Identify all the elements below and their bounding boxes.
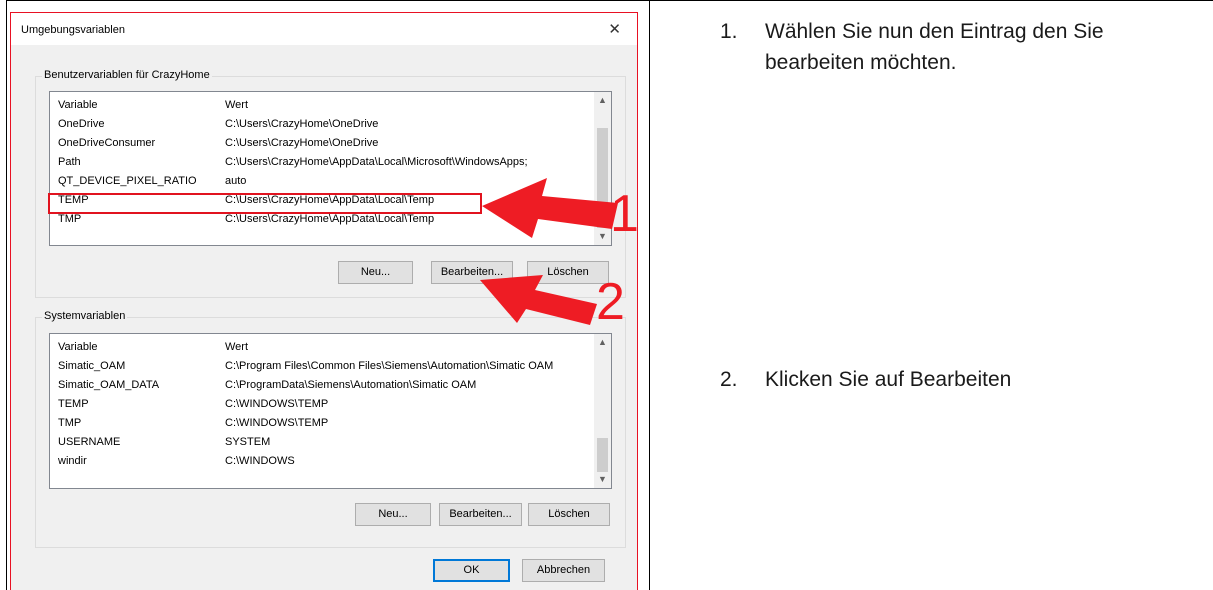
user-variables-list[interactable]: Variable Wert OneDrive C:\Users\CrazyHom… [49,91,612,246]
variable-name: Simatic_OAM [58,360,126,372]
instruction-2: 2. Klicken Sie auf Bearbeiten [720,364,1200,399]
close-icon[interactable]: ✕ [608,20,621,38]
variable-value: C:\Users\CrazyHome\AppData\Local\Microso… [225,156,528,168]
scroll-thumb[interactable] [597,128,608,228]
column-header-variable: Variable [58,341,98,353]
variable-name: OneDrive [58,118,105,130]
variable-value: C:\WINDOWS\TEMP [225,398,329,410]
instruction-number: 2. [720,368,738,391]
system-new-button[interactable]: Neu... [355,503,431,526]
table-row[interactable]: USERNAME SYSTEM [50,434,595,451]
table-row[interactable]: TEMP C:\WINDOWS\TEMP [50,396,595,413]
variable-value: SYSTEM [225,436,271,448]
variable-name: windir [58,455,87,467]
variable-value: C:\Users\CrazyHome\AppData\Local\Temp [225,213,435,225]
system-variables-list[interactable]: Variable Wert Simatic_OAM C:\Program Fil… [49,333,612,489]
table-row[interactable]: TMP C:\WINDOWS\TEMP [50,415,595,432]
scrollbar[interactable]: ▲ ▼ [594,334,611,488]
variable-name: TEMP [58,398,89,410]
list-header: Variable Wert [50,339,595,356]
dialog-title: Umgebungsvariablen [21,24,125,36]
instruction-text: Klicken Sie auf Bearbeiten [765,368,1012,391]
instruction-text: Wählen Sie nun den Eintrag den Sie bearb… [765,20,1104,74]
table-row[interactable]: windir C:\WINDOWS [50,453,595,470]
column-header-value: Wert [225,341,249,353]
variable-value: C:\WINDOWS\TEMP [225,417,329,429]
table-border-top [6,0,1213,1]
cancel-button[interactable]: Abbrechen [522,559,605,582]
scrollbar[interactable]: ▲ ▼ [594,92,611,245]
user-variables-label: Benutzervariablen für CrazyHome [42,69,212,81]
table-row[interactable]: Simatic_OAM C:\Program Files\Common File… [50,358,595,375]
scroll-up-icon[interactable]: ▲ [594,334,611,351]
title-bar: Umgebungsvariablen ✕ [11,13,637,45]
table-row[interactable]: QT_DEVICE_PIXEL_RATIO auto [50,173,595,190]
variable-name: OneDriveConsumer [58,137,156,149]
scroll-thumb[interactable] [597,438,608,472]
system-delete-button[interactable]: Löschen [528,503,610,526]
variable-value: auto [225,175,247,187]
system-edit-button[interactable]: Bearbeiten... [439,503,522,526]
variable-name: TMP [58,213,82,225]
variable-value: C:\Users\CrazyHome\OneDrive [225,118,379,130]
variable-name: QT_DEVICE_PIXEL_RATIO [58,175,197,187]
variable-value: C:\Users\CrazyHome\OneDrive [225,137,379,149]
variable-name: TMP [58,417,82,429]
ok-button[interactable]: OK [433,559,510,582]
column-header-value: Wert [225,99,249,111]
variable-value: C:\Program Files\Common Files\Siemens\Au… [225,360,554,372]
variable-name: USERNAME [58,436,121,448]
table-row[interactable]: Simatic_OAM_DATA C:\ProgramData\Siemens\… [50,377,595,394]
list-header: Variable Wert [50,97,595,114]
instruction-number: 1. [720,20,738,43]
instruction-1: 1. Wählen Sie nun den Eintrag den Sie be… [720,16,1200,86]
table-row[interactable]: Path C:\Users\CrazyHome\AppData\Local\Mi… [50,154,595,171]
table-border-left [6,0,7,590]
scroll-down-icon[interactable]: ▼ [594,471,611,488]
highlight-box [48,193,482,214]
column-header-variable: Variable [58,99,98,111]
user-edit-button[interactable]: Bearbeiten... [431,261,513,284]
table-row[interactable]: OneDriveConsumer C:\Users\CrazyHome\OneD… [50,135,595,152]
scroll-up-icon[interactable]: ▲ [594,92,611,109]
variable-value: C:\ProgramData\Siemens\Automation\Simati… [225,379,477,391]
variable-value: C:\WINDOWS [225,455,295,467]
scroll-down-icon[interactable]: ▼ [594,228,611,245]
system-variables-label: Systemvariablen [42,310,128,322]
table-border-middle [649,0,650,590]
environment-variables-dialog: Umgebungsvariablen ✕ Benutzervariablen f… [10,12,638,590]
variable-name: Path [58,156,81,168]
marker-2: 2 [596,273,625,331]
variable-name: Simatic_OAM_DATA [58,379,160,391]
user-new-button[interactable]: Neu... [338,261,413,284]
marker-1: 1 [610,185,639,243]
table-row[interactable]: OneDrive C:\Users\CrazyHome\OneDrive [50,116,595,133]
